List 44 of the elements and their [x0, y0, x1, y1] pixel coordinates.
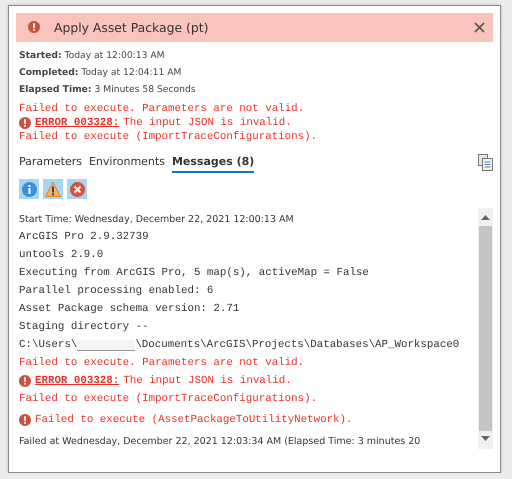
warning-icon — [45, 182, 61, 196]
message-text: Parallel processing enabled: 6 — [19, 285, 214, 297]
message-text: Staging directory -- — [19, 321, 149, 333]
copy-icon[interactable] — [478, 154, 493, 171]
error-code-link[interactable]: ERROR 003328: — [35, 375, 120, 387]
error-icon — [19, 375, 31, 387]
error-message: Failed to execute (ImportTraceConfigurations). — [19, 131, 318, 143]
error-message: The input JSON is invalid. — [123, 117, 292, 129]
message-text: Failed at Wednesday, December 22, 2021 12:03:34 AM (Elapsed Time: 3 minutes 20 — [19, 436, 420, 446]
message-text: untools 2.9.0 — [19, 249, 104, 261]
error-message: Failed to execute (ImportTraceConfigurations). — [19, 393, 318, 405]
info-filter-button[interactable] — [19, 179, 39, 199]
message-text: Executing from ArcGIS Pro, 5 map(s), activeMap = False — [19, 267, 369, 279]
error-message: Failed to execute (AssetPackageToUtilityNetwork). — [35, 414, 352, 426]
scroll-up-icon[interactable] — [481, 215, 490, 220]
info-icon — [22, 182, 36, 196]
error-message: Failed to execute. Parameters are not valid. — [19, 357, 304, 369]
error-icon — [19, 117, 31, 129]
message-text: Start Time: Wednesday, December 22, 2021 12:00:13 AM — [19, 214, 294, 224]
tab[interactable]: Parameters — [19, 155, 82, 173]
message-text: ArcGIS Pro 2.9.32739 — [19, 231, 149, 243]
window-title: Apply Asset Package (pt) — [54, 20, 210, 35]
close-button[interactable] — [474, 20, 485, 36]
path-text: \Documents\ArcGIS\Projects\Databases\AP_Workspace0 — [135, 339, 460, 351]
summary-line: Elapsed Time: 3 Minutes 58 Seconds — [19, 84, 197, 95]
scroll-down-icon[interactable] — [481, 436, 490, 441]
error-code-link[interactable]: ERROR 003328: — [35, 117, 120, 129]
scrollbar[interactable] — [478, 208, 493, 449]
redacted-block — [77, 340, 136, 350]
tab[interactable]: Messages (8) — [172, 155, 254, 173]
error-message: Failed to execute. Parameters are not valid. — [19, 103, 304, 115]
error-icon — [70, 182, 84, 196]
path-text: C:\Users\ — [19, 339, 78, 351]
summary-line: Started: Today at 12:00:13 AM — [19, 50, 166, 61]
scrollbar-thumb[interactable] — [479, 226, 492, 431]
error-message: The input JSON is invalid. — [123, 375, 292, 387]
error-icon — [28, 21, 40, 33]
close-icon — [474, 22, 485, 32]
error-icon — [19, 414, 31, 426]
tab[interactable]: Environments — [88, 155, 165, 173]
error-filter-button[interactable] — [67, 179, 87, 199]
warning-filter-button[interactable] — [43, 179, 63, 199]
message-text: Asset Package schema version: 2.71 — [19, 303, 240, 315]
summary-line: Completed: Today at 12:04:11 AM — [19, 67, 182, 78]
